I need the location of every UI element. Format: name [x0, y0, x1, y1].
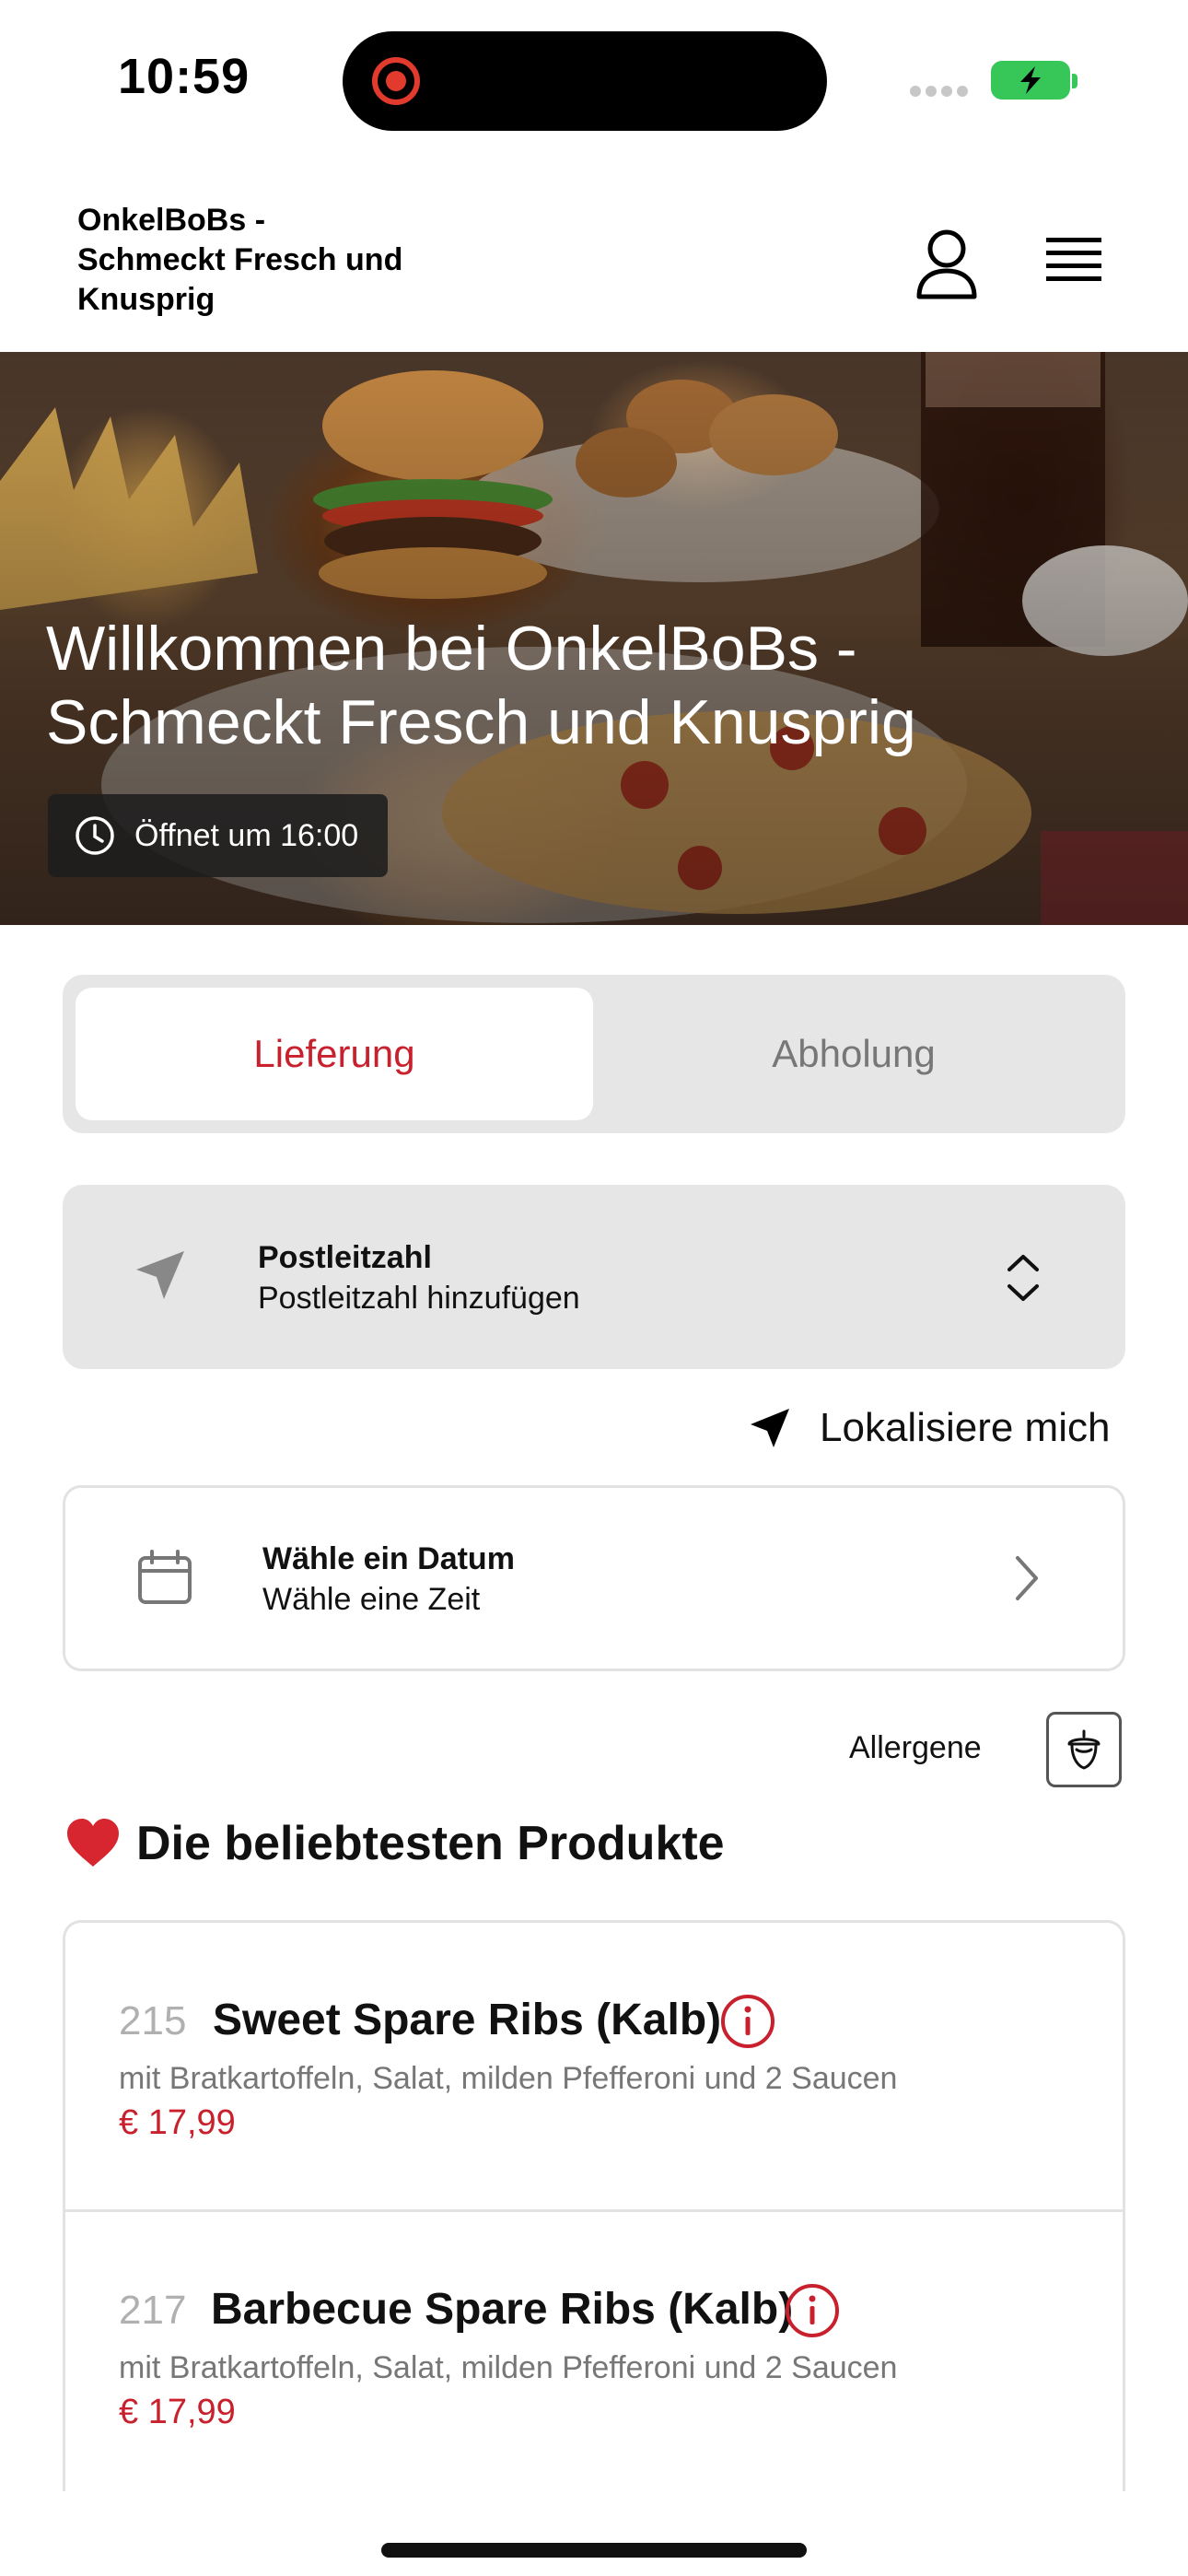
product-price: € 17,99: [119, 2103, 236, 2142]
product-number: 215: [119, 1998, 187, 2043]
user-icon: [916, 229, 977, 299]
clock-icon: [76, 816, 114, 855]
product-description: mit Bratkartoffeln, Salat, milden Pfeffe…: [119, 2350, 898, 2385]
info-icon[interactable]: [719, 1993, 776, 2050]
heart-icon: [67, 1819, 119, 1867]
order-mode-toggle: Lieferung Abholung: [63, 975, 1125, 1133]
app-header: OnkelBoBs - Schmeckt Fresch und Knusprig: [0, 166, 1188, 352]
locate-me-label: Lokalisiere mich: [820, 1405, 1111, 1450]
opening-hours-badge: Öffnet um 16:00: [48, 794, 389, 877]
status-bar: 10:59: [0, 0, 1188, 157]
hero-banner: Willkommen bei OnkelBoBs - Schmeckt Fres…: [0, 352, 1188, 925]
allergens-label: Allergene: [849, 1730, 982, 1765]
chevron-right-icon: [1016, 1556, 1038, 1600]
chevron-up-down-icon: [1007, 1255, 1039, 1301]
info-icon[interactable]: [784, 2282, 841, 2339]
product-item[interactable]: 217 Barbecue Spare Ribs (Kalb) mit Bratk…: [65, 2212, 1123, 2491]
time-label: Wähle eine Zeit: [262, 1582, 481, 1617]
cellular-signal-icon: [910, 85, 974, 98]
product-description: mit Bratkartoffeln, Salat, milden Pfeffe…: [119, 2061, 898, 2096]
allergens-button[interactable]: [1046, 1712, 1122, 1787]
date-time-picker[interactable]: Wähle ein Datum Wähle eine Zeit: [63, 1485, 1125, 1671]
locate-me-button[interactable]: Lokalisiere mich: [748, 1400, 1110, 1456]
tab-delivery[interactable]: Lieferung: [76, 988, 593, 1120]
product-item[interactable]: 215 Sweet Spare Ribs (Kalb) mit Bratkart…: [65, 1923, 1123, 2212]
status-time: 10:59: [118, 49, 250, 104]
home-indicator[interactable]: [381, 2543, 807, 2558]
product-price: € 17,99: [119, 2393, 236, 2431]
battery-charging-icon: [991, 61, 1077, 100]
product-number: 217: [119, 2288, 187, 2333]
postcode-label: Postleitzahl: [258, 1240, 432, 1275]
brand-title[interactable]: OnkelBoBs - Schmeckt Fresch und Knusprig: [77, 201, 409, 320]
location-arrow-icon: [136, 1251, 184, 1299]
hamburger-menu-icon: [1046, 238, 1101, 281]
product-name: Barbecue Spare Ribs (Kalb): [211, 2285, 794, 2334]
acorn-icon: [1067, 1729, 1101, 1770]
product-list: 215 Sweet Spare Ribs (Kalb) mit Bratkart…: [63, 1920, 1125, 2491]
screen-recording-icon: [372, 57, 420, 105]
menu-button[interactable]: [1041, 230, 1107, 291]
postcode-selector[interactable]: Postleitzahl Postleitzahl hinzufügen: [63, 1185, 1125, 1369]
postcode-input[interactable]: Postleitzahl hinzufügen: [258, 1281, 580, 1317]
date-label: Wähle ein Datum: [262, 1541, 515, 1576]
profile-button[interactable]: [912, 227, 982, 300]
calendar-icon: [138, 1550, 192, 1604]
product-name: Sweet Spare Ribs (Kalb): [213, 1996, 722, 2044]
dynamic-island: [343, 31, 827, 131]
opening-hours-text: Öffnet um 16:00: [134, 817, 359, 853]
section-title: Die beliebtesten Produkte: [136, 1817, 725, 1870]
location-arrow-icon: [751, 1409, 789, 1447]
popular-products-heading: Die beliebtesten Produkte: [64, 1811, 725, 1876]
tab-pickup[interactable]: Abholung: [595, 988, 1112, 1120]
hero-title: Willkommen bei OnkelBoBs - Schmeckt Fres…: [46, 614, 916, 757]
